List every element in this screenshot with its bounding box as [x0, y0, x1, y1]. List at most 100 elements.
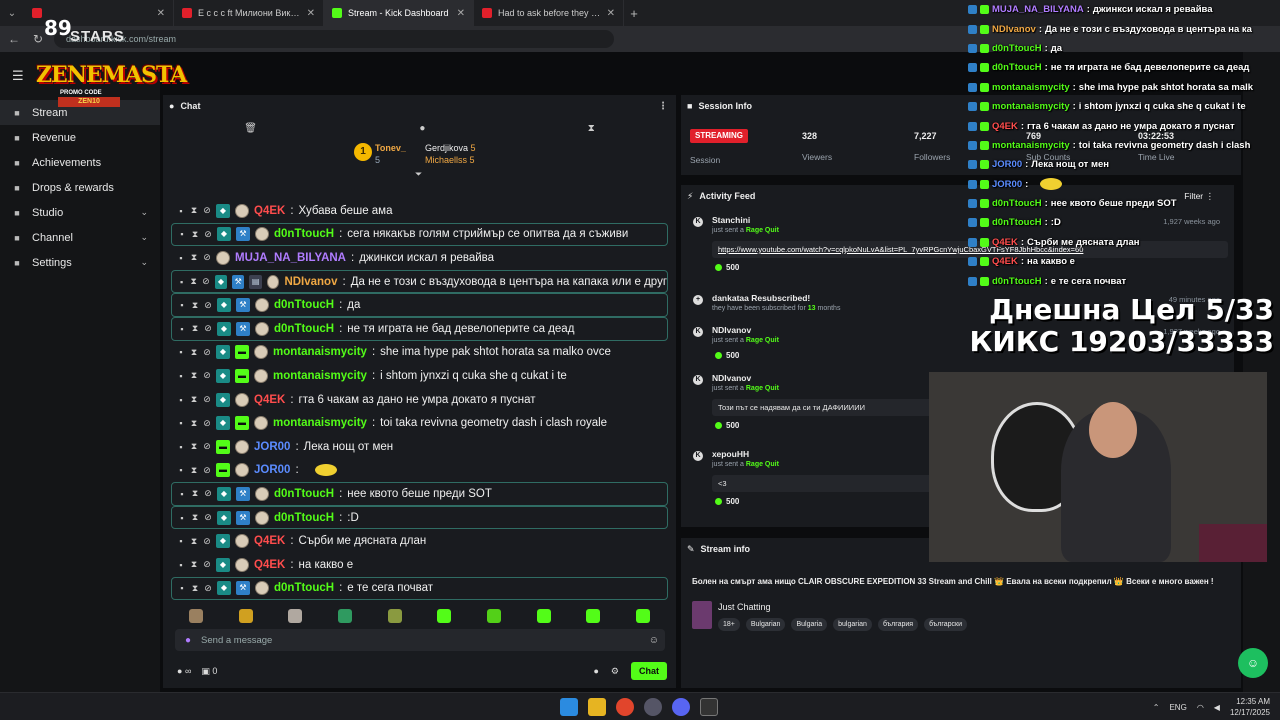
chat-username[interactable]: d0nTtoucH: [274, 299, 334, 311]
close-icon[interactable]: ✕: [457, 8, 465, 19]
more-options-icon[interactable]: ⋮: [658, 101, 668, 112]
chat-message[interactable]: ▪ ⧗ ⊘ ◆ ⚒ d0nTtoucH: не тя играта не бад девел…: [171, 316, 668, 341]
ban-icon[interactable]: ⊘: [204, 583, 212, 594]
ban-icon[interactable]: ⊘: [203, 252, 211, 263]
sidebar-item-revenue[interactable]: ■ Revenue: [0, 125, 160, 150]
menu-icon[interactable]: ☰: [12, 68, 24, 84]
leader-name[interactable]: Michaellss 5: [425, 155, 475, 165]
stream-tag[interactable]: Bulgaria: [791, 618, 828, 631]
chat-username[interactable]: d0nTtoucH: [274, 323, 334, 335]
sidebar-item-achievements[interactable]: ■ Achievements: [0, 150, 160, 175]
timeout-icon[interactable]: ⧗: [190, 347, 198, 358]
timeout-icon[interactable]: ⧗: [190, 276, 197, 287]
message-input[interactable]: ● Send a message ☺: [175, 629, 665, 651]
timeout-icon[interactable]: ⧗: [190, 252, 198, 263]
chat-message[interactable]: ▪ ⧗ ⊘ MUJA_NA_BILYANA: джинкси искал я ревай…: [163, 246, 676, 270]
collapse-icon[interactable]: ⏷: [415, 169, 422, 180]
browser-tab[interactable]: Stream - Kick Dashboard ✕: [324, 0, 474, 26]
trash-icon[interactable]: ▪: [177, 206, 185, 216]
browser-tab[interactable]: Е с с с ft Милиони Викай ги - YouTube ✕: [174, 0, 324, 26]
tab-list-icon[interactable]: ⌄: [0, 0, 24, 26]
chat-message[interactable]: ▪ ⧗ ⊘ ◆ ▬ montanaismycity: toi taka revivna ge…: [163, 411, 676, 435]
trash-icon[interactable]: ▪: [178, 513, 186, 523]
chat-mode-icon[interactable]: ●: [419, 123, 425, 134]
stream-tag[interactable]: български: [924, 618, 967, 631]
trash-icon[interactable]: ▪: [178, 583, 186, 593]
stream-tag[interactable]: 18+: [718, 618, 740, 631]
chat-username[interactable]: d0nTtoucH: [274, 228, 334, 240]
chat-send-button[interactable]: Chat: [631, 662, 667, 680]
chat-message[interactable]: ▪ ⧗ ⊘ ◆ ⚒ d0nTtoucH: нее квото беше преди SOT: [171, 482, 668, 506]
emoji-icon[interactable]: ☺: [649, 635, 659, 646]
chat-username[interactable]: JOR00: [254, 441, 290, 453]
chat-username[interactable]: JOR00: [254, 464, 290, 476]
chat-message[interactable]: ▪ ⧗ ⊘ ◆ ⚒ ▤ NDIvanov: Да не е този с въздуховод…: [171, 269, 668, 294]
emote-icon[interactable]: [536, 609, 551, 623]
ban-icon[interactable]: ⊘: [203, 536, 211, 547]
chat-username[interactable]: NDIvanov: [284, 276, 337, 288]
emote-icon[interactable]: [437, 609, 452, 623]
network-icon[interactable]: ◠: [1197, 703, 1204, 712]
new-tab-button[interactable]: +: [624, 6, 644, 21]
feed-name[interactable]: хероuНН: [712, 449, 749, 459]
timeout-icon[interactable]: ⧗: [191, 229, 199, 240]
chat-message[interactable]: ▪ ⧗ ⊘ ◆ ▬ montanaismycity: she ima hype pak sh…: [163, 341, 676, 365]
chat-username[interactable]: MUJA_NA_BILYANA: [235, 252, 346, 264]
trash-icon[interactable]: ▪: [178, 229, 186, 239]
trash-icon[interactable]: ▪: [178, 324, 186, 334]
timeout-icon[interactable]: ⧗: [191, 323, 199, 334]
ban-icon[interactable]: ⊘: [203, 465, 211, 476]
clock[interactable]: 12:35 AM 12/17/2025: [1230, 696, 1270, 718]
feed-name[interactable]: NDIvanov: [712, 325, 751, 335]
emote-icon[interactable]: [238, 609, 253, 623]
chat-username[interactable]: montanaismycity: [273, 370, 367, 382]
timeout-icon[interactable]: ⧗: [190, 536, 198, 547]
chat-username[interactable]: Q4EK: [254, 394, 285, 406]
chat-message[interactable]: ▪ ⧗ ⊘ ▬ JOR00:: [163, 459, 676, 483]
timeout-icon[interactable]: ⧗: [190, 465, 198, 476]
ban-icon[interactable]: ⊘: [203, 559, 211, 570]
ban-icon[interactable]: ⊘: [203, 394, 211, 405]
close-icon[interactable]: ✕: [157, 8, 165, 19]
chat-username[interactable]: Q4EK: [254, 559, 285, 571]
close-icon[interactable]: ✕: [607, 8, 615, 19]
start-icon[interactable]: [560, 698, 578, 716]
sidebar-item-settings[interactable]: ■ Settings ⌄: [0, 250, 160, 275]
trash-icon[interactable]: ▪: [177, 442, 185, 452]
chat-message[interactable]: ▪ ⧗ ⊘ ▬ JOR00: Лека нощ от мен: [163, 435, 676, 459]
url-field[interactable]: dashboard.kick.com/stream: [54, 30, 614, 48]
obs-icon[interactable]: [644, 698, 662, 716]
timeout-icon[interactable]: ⧗: [190, 559, 198, 570]
feed-name[interactable]: NDIvanov: [712, 373, 751, 383]
chat-username[interactable]: montanaismycity: [273, 346, 367, 358]
chat-username[interactable]: montanaismycity: [273, 417, 367, 429]
feed-name[interactable]: Stanchini: [712, 215, 750, 225]
feed-name[interactable]: dankataa Resubscribed!: [712, 293, 810, 303]
trash-icon[interactable]: ▪: [177, 536, 185, 546]
trash-icon[interactable]: ▪: [177, 418, 185, 428]
chat-message[interactable]: ▪ ⧗ ⊘ ◆ ⚒ d0nTtoucH: да: [171, 293, 668, 317]
ban-icon[interactable]: ⊘: [203, 441, 211, 452]
ban-icon[interactable]: ⊘: [204, 300, 212, 311]
timeout-icon[interactable]: ⧗: [191, 300, 199, 311]
emote-icon[interactable]: [387, 609, 402, 623]
hourglass-icon[interactable]: ⧗: [588, 123, 595, 134]
back-icon[interactable]: ←: [6, 32, 22, 46]
category-name[interactable]: Just Chatting: [718, 602, 771, 612]
chat-message[interactable]: ▪ ⧗ ⊘ ◆ Q4EK: на какво е: [163, 553, 676, 577]
trash-icon[interactable]: ▪: [178, 300, 186, 310]
ban-icon[interactable]: ⊘: [203, 418, 211, 429]
ban-icon[interactable]: ⊘: [204, 229, 212, 240]
volume-icon[interactable]: ◀: [1214, 703, 1220, 712]
trash-icon[interactable]: ▪: [177, 560, 185, 570]
leader-name[interactable]: Tonev_: [375, 143, 406, 153]
chat-message[interactable]: ▪ ⧗ ⊘ ◆ ⚒ d0nTtoucH::D: [171, 505, 668, 530]
chat-message[interactable]: ▪ ⧗ ⊘ ◆ Q4EK: гта 6 чакам аз дано не умра док…: [163, 388, 676, 412]
help-chat-button[interactable]: ☺: [1238, 648, 1268, 678]
ban-icon[interactable]: ⊘: [203, 347, 211, 358]
ban-icon[interactable]: ⊘: [204, 488, 212, 499]
emote-icon[interactable]: [486, 609, 501, 623]
trash-icon[interactable]: ▪: [177, 253, 185, 263]
timeout-icon[interactable]: ⧗: [190, 418, 198, 429]
discord-icon[interactable]: [672, 698, 690, 716]
